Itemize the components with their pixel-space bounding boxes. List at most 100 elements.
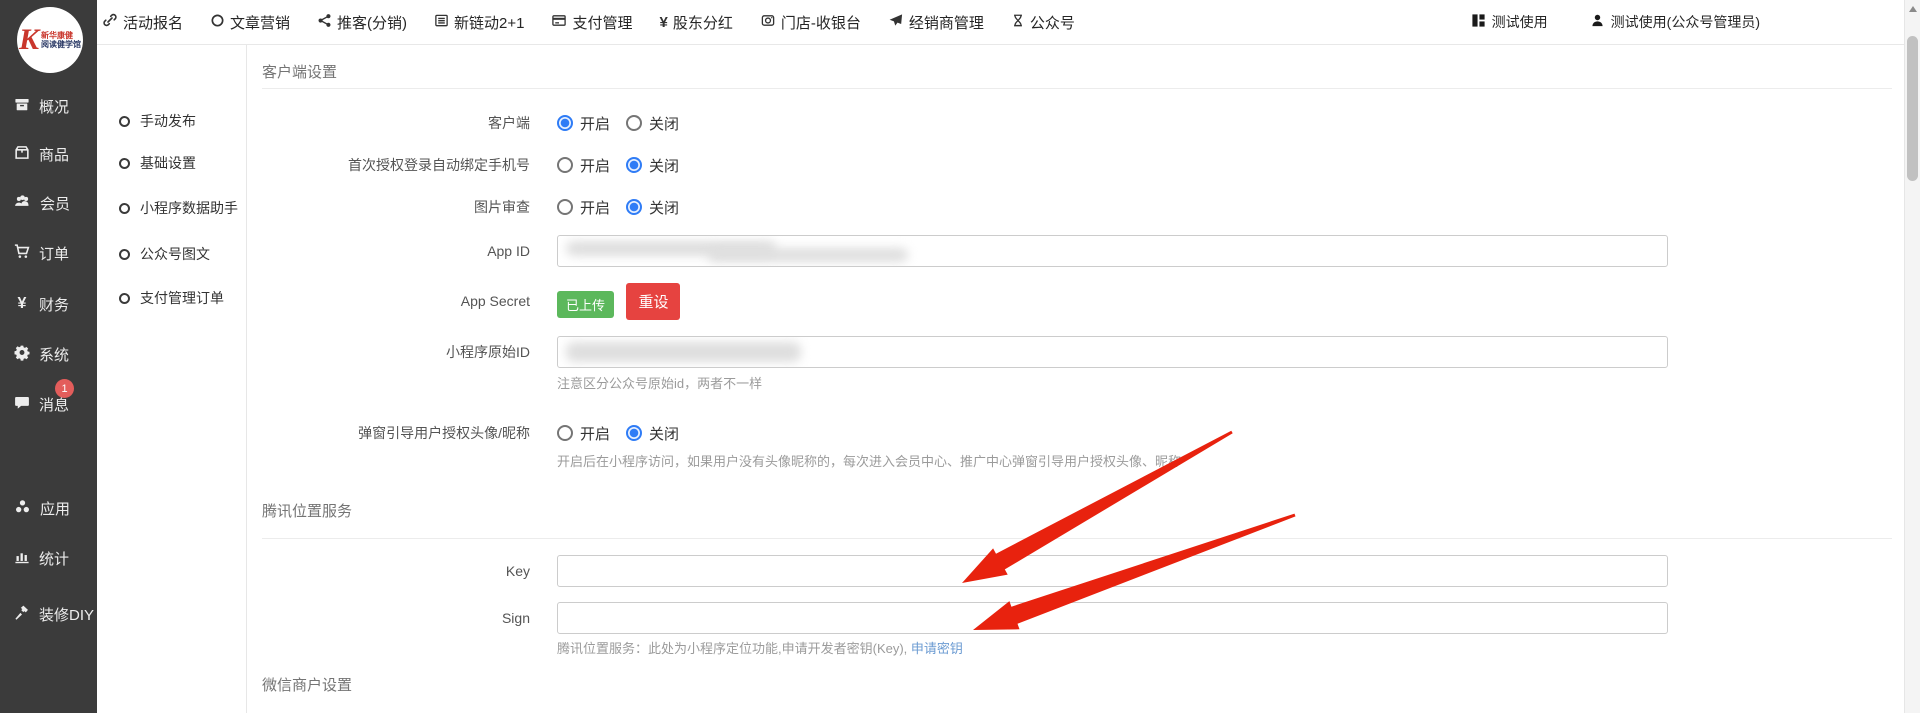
submenu-item-official-account-articles[interactable]: 公众号图文 <box>97 241 247 267</box>
sidebar-item-orders[interactable]: 订单 <box>0 240 97 266</box>
app-secret-field-label: App Secret <box>262 291 530 311</box>
users-icon <box>13 193 32 214</box>
sign-note: 腾讯位置服务：此处为小程序定位功能,申请开发者密钥(Key), 申请密钥 <box>557 640 963 658</box>
pos-icon <box>760 13 776 32</box>
scrollbar-thumb[interactable] <box>1907 36 1918 181</box>
nav-item-dealer-management[interactable]: 经销商管理 <box>888 12 984 33</box>
nav-label: 门店-收银台 <box>781 12 861 33</box>
main-sidebar: K 新华康健 阅读健学馆 概况 商品 会员 订单 ¥ 财务 系统 <box>0 0 97 713</box>
settings-content: 客户端设置 客户端 开启 关闭 首次授权登录自动绑定手机号 开启 关闭 图片审查… <box>247 45 1920 713</box>
app-logo[interactable]: K 新华康健 阅读健学馆 <box>17 7 83 73</box>
chat-icon <box>13 394 31 415</box>
account-menu[interactable]: 测试使用(公众号管理员) <box>1590 12 1760 32</box>
radio-on[interactable] <box>557 157 573 173</box>
nav-label: 公众号 <box>1030 12 1075 33</box>
radio-on[interactable] <box>557 425 573 441</box>
message-badge: 1 <box>55 379 74 398</box>
vertical-scrollbar[interactable] <box>1904 0 1920 713</box>
submenu-item-payment-orders[interactable]: 支付管理订单 <box>97 285 247 311</box>
up-arrow-icon <box>1909 6 1917 12</box>
nav-item-store-cashier[interactable]: 门店-收银台 <box>760 12 861 33</box>
card-icon <box>551 13 567 32</box>
nav-item-article-marketing[interactable]: 文章营销 <box>210 12 290 33</box>
radio-off-selected[interactable] <box>626 157 642 173</box>
uploaded-button[interactable]: 已上传 <box>557 291 614 318</box>
original-id-input[interactable] <box>557 336 1668 368</box>
radio-off-label: 关闭 <box>649 423 679 444</box>
circle-icon <box>210 13 225 32</box>
submenu-item-manual-publish[interactable]: 手动发布 <box>97 108 247 134</box>
sidebar-label: 订单 <box>39 243 69 264</box>
sidebar-item-members[interactable]: 会员 <box>0 190 97 216</box>
apply-key-link[interactable]: 申请密钥 <box>911 641 963 656</box>
circle-bullet-icon <box>119 203 130 214</box>
reset-button[interactable]: 重设 <box>626 283 680 320</box>
cart-icon <box>13 243 31 264</box>
gear-icon <box>13 344 31 365</box>
top-bar: 活动报名 文章营销 推客(分销) 新链动2+1 支付管理 ¥ 股东分红 <box>97 0 1920 45</box>
test-use-label: 测试使用 <box>1492 12 1548 32</box>
sidebar-item-decorate-diy[interactable]: 装修DIY <box>0 601 97 627</box>
nav-item-activity-signup[interactable]: 活动报名 <box>102 12 183 33</box>
app-id-input[interactable] <box>557 235 1668 267</box>
key-input[interactable] <box>557 555 1668 587</box>
radio-off-label: 关闭 <box>649 155 679 176</box>
submenu-label: 手动发布 <box>140 111 196 131</box>
sidebar-item-apps[interactable]: 应用 <box>0 495 97 521</box>
sign-input[interactable] <box>557 602 1668 634</box>
logo-letter: K <box>19 25 39 55</box>
test-use-button[interactable]: 测试使用 <box>1471 12 1548 32</box>
nav-label: 推客(分销) <box>337 12 407 33</box>
account-label: 测试使用(公众号管理员) <box>1611 12 1760 32</box>
popup-auth-radio-group: 开启 关闭 <box>557 423 695 443</box>
circle-bullet-icon <box>119 293 130 304</box>
bar-chart-icon <box>13 548 31 569</box>
share-icon <box>317 13 332 32</box>
sidebar-label: 财务 <box>39 294 69 315</box>
radio-on-label: 开启 <box>580 155 610 176</box>
nav-item-new-liandong[interactable]: 新链动2+1 <box>434 12 524 33</box>
radio-off[interactable] <box>626 115 642 131</box>
circle-bullet-icon <box>119 158 130 169</box>
nav-item-shareholder-dividend[interactable]: ¥ 股东分红 <box>660 12 733 33</box>
radio-on[interactable] <box>557 199 573 215</box>
nav-label: 新链动2+1 <box>454 12 524 33</box>
sidebar-item-finance[interactable]: ¥ 财务 <box>0 291 97 317</box>
nav-item-tuike-distribution[interactable]: 推客(分销) <box>317 12 407 33</box>
key-field-label: Key <box>262 555 530 587</box>
yen-icon: ¥ <box>660 14 668 31</box>
app-secret-controls: 已上传 重设 <box>557 283 680 320</box>
client-field-label: 客户端 <box>262 113 530 133</box>
bind-phone-field-label: 首次授权登录自动绑定手机号 <box>262 155 530 175</box>
radio-on-label: 开启 <box>580 113 610 134</box>
nav-item-official-account[interactable]: 公众号 <box>1011 12 1075 33</box>
yen-icon: ¥ <box>13 295 31 313</box>
sidebar-label: 会员 <box>40 193 70 214</box>
sub-sidebar: 手动发布 基础设置 小程序数据助手 公众号图文 支付管理订单 <box>97 45 247 713</box>
sidebar-item-statistics[interactable]: 统计 <box>0 545 97 571</box>
app-id-field-label: App ID <box>262 235 530 267</box>
circle-bullet-icon <box>119 249 130 260</box>
sidebar-label: 概况 <box>39 96 69 117</box>
sidebar-item-system[interactable]: 系统 <box>0 341 97 367</box>
grid-icon <box>1471 13 1486 31</box>
nav-label: 文章营销 <box>230 12 290 33</box>
radio-on-selected[interactable] <box>557 115 573 131</box>
radio-off-selected[interactable] <box>626 199 642 215</box>
scroll-up-button[interactable] <box>1905 0 1920 17</box>
nav-label: 经销商管理 <box>909 12 984 33</box>
submenu-item-miniprogram-data-assistant[interactable]: 小程序数据助手 <box>97 195 247 221</box>
top-nav: 活动报名 文章营销 推客(分销) 新链动2+1 支付管理 ¥ 股东分红 <box>97 12 1075 33</box>
sidebar-item-messages[interactable]: 消息 1 <box>0 391 97 417</box>
image-review-radio-group: 开启 关闭 <box>557 197 695 217</box>
submenu-item-basic-settings[interactable]: 基础设置 <box>97 150 247 176</box>
sidebar-item-overview[interactable]: 概况 <box>0 93 97 119</box>
nav-item-payment-management[interactable]: 支付管理 <box>551 12 632 33</box>
logo-line1: 新华康健 <box>41 31 81 40</box>
radio-off-selected[interactable] <box>626 425 642 441</box>
radio-off-label: 关闭 <box>649 113 679 134</box>
sidebar-label: 装修DIY <box>39 604 94 625</box>
redacted-value <box>566 342 801 362</box>
sidebar-item-products[interactable]: 商品 <box>0 141 97 167</box>
archive-icon <box>13 96 31 117</box>
